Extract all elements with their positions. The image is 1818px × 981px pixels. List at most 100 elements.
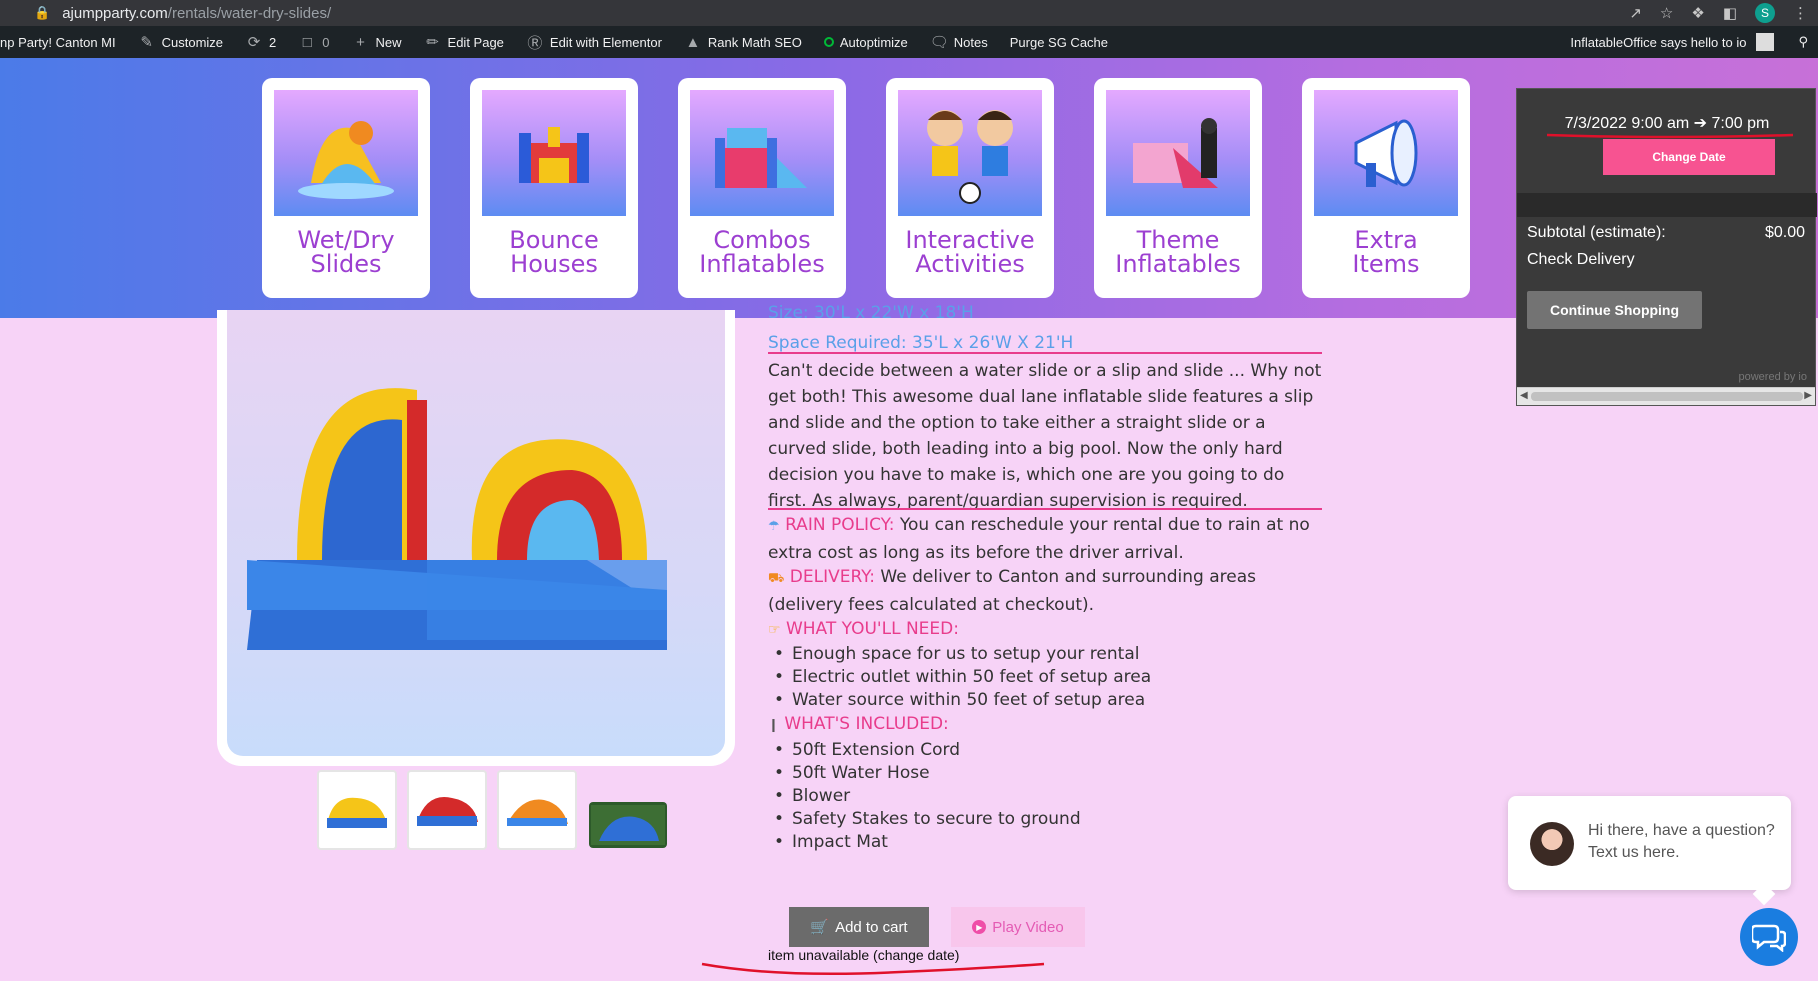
admin-new[interactable]: + New [352, 34, 401, 51]
thumbnail-4[interactable] [589, 802, 667, 848]
rain-policy: ☂ RAIN POLICY: You can reschedule your r… [768, 515, 1310, 563]
admin-edit-elementor[interactable]: Ⓡ Edit with Elementor [526, 32, 662, 53]
thumbnail-3[interactable] [497, 770, 577, 850]
powered-by: powered by io [1738, 371, 1808, 383]
category-card-interactive-activities[interactable]: Interactive Activities [886, 78, 1054, 298]
change-date-button[interactable]: Change Date [1603, 139, 1775, 175]
category-card-bounce-houses[interactable]: Bounce Houses [470, 78, 638, 298]
included-list: 50ft Extension Cord 50ft Water Hose Blow… [768, 739, 1328, 854]
play-video-button[interactable]: ▶ Play Video [951, 907, 1085, 947]
category-label: Theme Inflatables [1115, 226, 1241, 278]
admin-purge-cache[interactable]: Purge SG Cache [1010, 35, 1108, 50]
continue-shopping-button[interactable]: Continue Shopping [1527, 291, 1702, 329]
thumbnail-1[interactable] [317, 770, 397, 850]
chat-greeting-bubble[interactable]: Hi there, have a question? Text us here. [1508, 796, 1791, 906]
rental-dates[interactable]: 7/3/2022 9:00 am ➔ 7:00 pm [1517, 113, 1817, 133]
scrollbar-thumb[interactable] [1531, 392, 1803, 401]
category-card-wet-dry-slides[interactable]: Wet/Dry Slides [262, 78, 430, 298]
url-text[interactable]: ajumpparty.com/rentals/water-dry-slides/ [62, 5, 331, 22]
list-item: Impact Mat [768, 831, 1328, 854]
water-slide-icon [274, 90, 418, 216]
scroll-left-icon[interactable]: ◀ [1520, 390, 1528, 401]
sidepanel-icon[interactable]: ◧ [1723, 4, 1737, 22]
admin-notes[interactable]: 🗨 Notes [930, 33, 988, 51]
horizontal-scrollbar[interactable]: ◀ ▶ [1517, 387, 1815, 405]
refresh-icon: ⟳ [247, 34, 261, 51]
arrow-right-icon: ➔ [1693, 115, 1708, 132]
menu-icon[interactable]: ⋮ [1793, 4, 1808, 22]
subtotal-value: $0.00 [1764, 224, 1805, 241]
url-path: /rentals/water-dry-slides/ [167, 4, 332, 22]
bounce-house-icon [482, 90, 626, 216]
cart-panel: 7/3/2022 9:00 am ➔ 7:00 pm Change Date S… [1516, 88, 1817, 406]
chat-message: Hi there, have a question? Text us here. [1588, 822, 1775, 861]
what-you-need: ☞ WHAT YOU'LL NEED: Enough space for us … [768, 616, 1328, 712]
red-annotation-underline [701, 962, 1045, 976]
admin-updates[interactable]: ⟳ 2 [245, 33, 277, 51]
pencil-icon: ✏ [426, 34, 439, 51]
admin-site-name[interactable]: np Party! Canton MI [0, 35, 116, 50]
share-icon[interactable]: ↗ [1629, 4, 1642, 22]
subtotal-label: Subtotal (estimate): [1527, 224, 1666, 241]
pin-icon: ❙ [768, 718, 779, 733]
profile-avatar[interactable]: S [1755, 3, 1775, 23]
category-label: Combos Inflatables [699, 226, 825, 278]
user-avatar[interactable] [1756, 33, 1775, 51]
category-card-theme-inflatables[interactable]: Theme Inflatables [1094, 78, 1262, 298]
pointing-hand-icon: ☞ [768, 622, 781, 638]
lock-icon: 🔒 [34, 5, 51, 20]
extensions-icon[interactable]: ❖ [1691, 4, 1704, 22]
product-main-image[interactable] [227, 310, 725, 756]
truck-icon: ⛟ [768, 571, 785, 586]
megaphone-icon [1314, 90, 1458, 216]
kids-soccer-icon [898, 90, 1042, 216]
theme-inflatable-icon [1106, 90, 1250, 216]
product-image-frame [217, 310, 735, 766]
list-item: 50ft Water Hose [768, 762, 1328, 785]
chat-launcher-button[interactable] [1740, 908, 1798, 966]
whats-included: ❙ WHAT'S INCLUDED: 50ft Extension Cord 5… [768, 711, 1328, 854]
start-datetime: 7/3/2022 9:00 am [1564, 115, 1690, 132]
list-item: Safety Stakes to secure to ground [768, 808, 1328, 831]
category-card-combos-inflatables[interactable]: Combos Inflatables [678, 78, 846, 298]
category-label: Bounce Houses [509, 226, 599, 278]
umbrella-icon: ☂ [768, 519, 780, 534]
url-domain: ajumpparty.com [62, 4, 168, 22]
admin-greeting[interactable]: InflatableOffice says hello to io [1570, 35, 1746, 50]
admin-customize[interactable]: ✎ Customize [138, 33, 223, 51]
category-label: Interactive Activities [905, 226, 1035, 278]
browser-url-bar[interactable]: 🔒 ajumpparty.com/rentals/water-dry-slide… [0, 0, 1818, 26]
brush-icon: ✎ [140, 34, 153, 51]
divider [1517, 193, 1817, 217]
list-item: Enough space for us to setup your rental [768, 643, 1328, 666]
delivery-info: ⛟ DELIVERY: We deliver to Canton and sur… [768, 567, 1257, 615]
chat-bubbles-icon [1752, 924, 1786, 952]
product-size: Size: 30'L x 22'W x 18'H [768, 303, 974, 323]
admin-autoptimize[interactable]: Autoptimize [823, 35, 908, 50]
admin-comments[interactable]: □ 0 [298, 34, 330, 51]
elementor-icon: Ⓡ [527, 34, 543, 52]
agent-avatar [1530, 822, 1574, 866]
status-dot-icon [823, 37, 834, 47]
divider [768, 508, 1322, 510]
search-icon[interactable]: ⚲ [1798, 34, 1808, 50]
speech-bubble-icon: 🗨 [929, 34, 949, 51]
description-paragraph: Can't decide between a water slide or a … [768, 361, 1322, 511]
inflatable-slide-illustration [247, 388, 667, 650]
add-to-cart-button[interactable]: 🛒 Add to cart [789, 907, 929, 947]
combo-inflatable-icon [690, 90, 834, 216]
star-icon[interactable]: ☆ [1660, 4, 1673, 22]
scroll-right-icon[interactable]: ▶ [1804, 390, 1812, 401]
thumbnail-2[interactable] [407, 770, 487, 850]
bubble-tail [1752, 882, 1776, 906]
admin-rank-math[interactable]: ▲ Rank Math SEO [684, 33, 801, 51]
category-card-extra-items[interactable]: Extra Items [1302, 78, 1470, 298]
rank-math-icon: ▲ [685, 33, 701, 51]
list-item: 50ft Extension Cord [768, 739, 1328, 762]
admin-edit-page[interactable]: ✏ Edit Page [424, 33, 504, 51]
cart-icon: 🛒 [810, 919, 830, 936]
check-delivery-link[interactable]: Check Delivery [1527, 251, 1635, 269]
end-time: 7:00 pm [1711, 115, 1770, 132]
need-list: Enough space for us to setup your rental… [768, 643, 1328, 712]
category-label: Wet/Dry Slides [297, 226, 395, 278]
